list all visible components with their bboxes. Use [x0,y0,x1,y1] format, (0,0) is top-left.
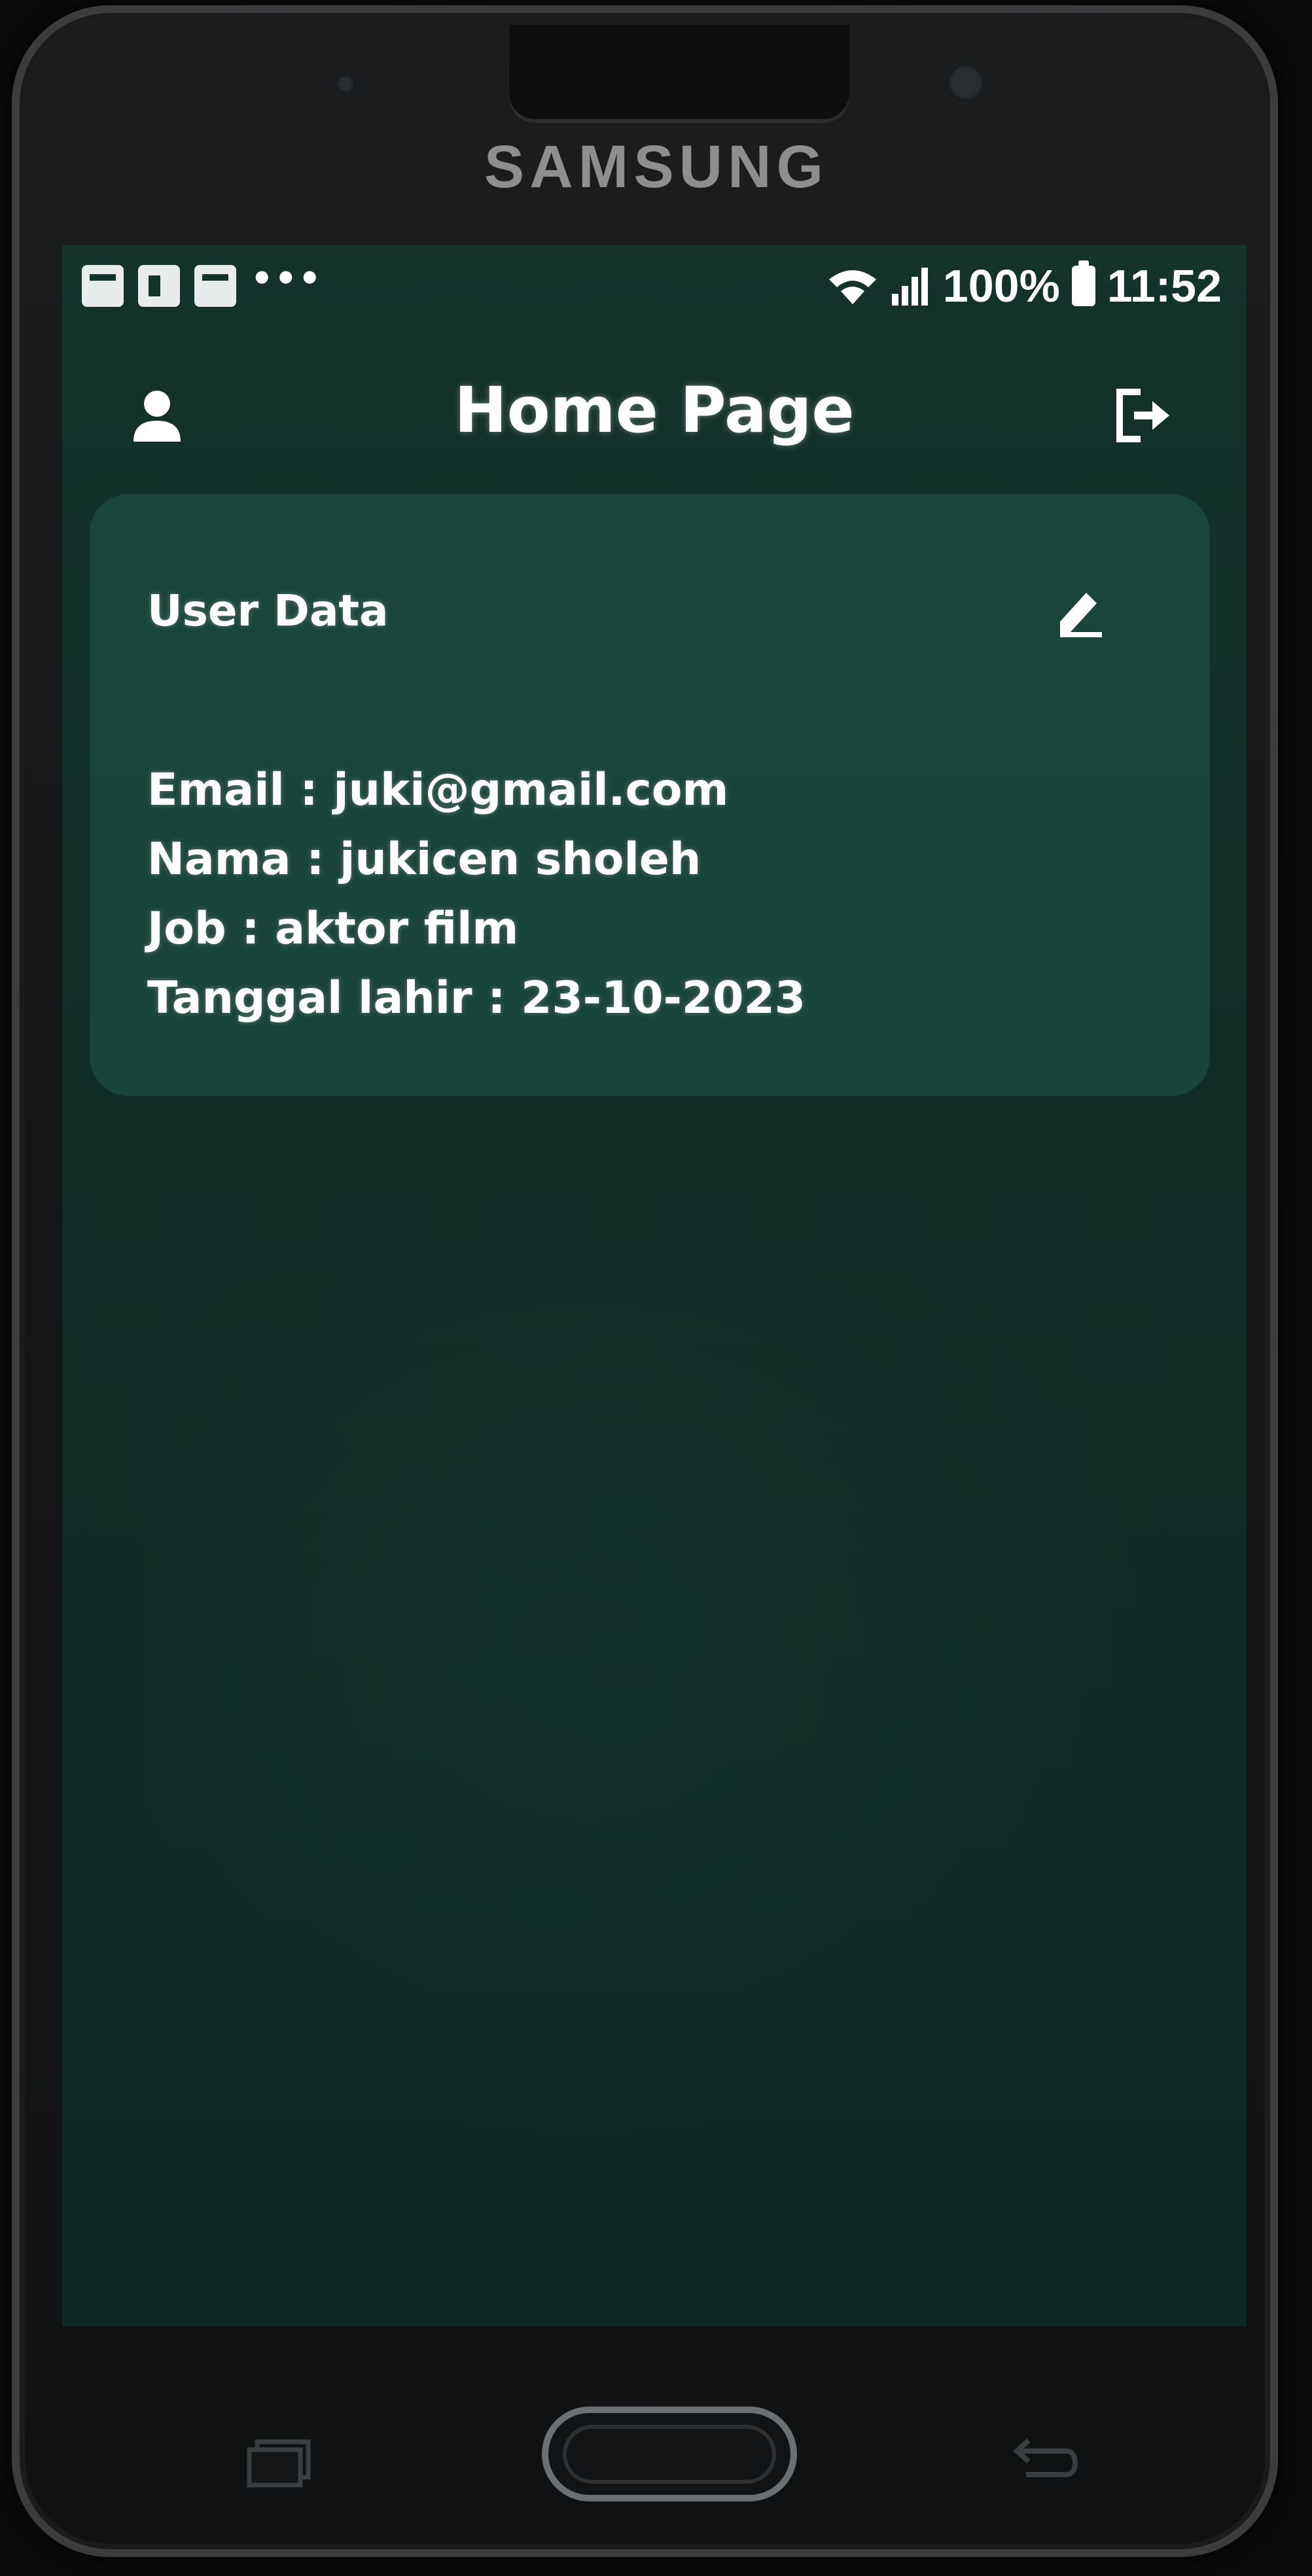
logout-icon[interactable] [1109,383,1175,448]
more-notifications-icon: ••• [251,258,323,299]
status-right: 100% 11:52 [826,260,1222,312]
edit-icon[interactable] [1047,576,1112,641]
status-bar: ••• 100% 11:52 [62,245,1247,330]
signal-icon [891,268,928,306]
status-left: ••• [82,261,323,307]
device-brand: SAMSUNG [484,133,829,200]
job-text: Job : aktor film [147,903,519,955]
home-button[interactable] [542,2407,797,2501]
home-button-inner [563,2425,776,2484]
front-camera-icon [948,64,984,101]
card-title: User Data [147,586,389,636]
battery-icon [1071,260,1095,306]
status-time: 11:52 [1107,260,1222,311]
recent-apps-icon[interactable] [238,2426,323,2492]
sensor-icon [336,74,355,94]
user-details: Email : juki@gmail.com Nama : jukicen sh… [147,756,806,1033]
notification-icon [194,265,236,307]
birthdate-text: Tanggal lahir : 23-10-2023 [147,972,806,1024]
notification-icon [82,265,124,307]
email-text: Email : juki@gmail.com [147,764,729,816]
back-icon[interactable] [1000,2426,1085,2492]
hardware-nav-bar [12,2361,1301,2557]
screen-reflection [141,1260,1247,2241]
battery-percent: 100% [942,260,1060,311]
app-screen: ••• 100% 11:52 Home Page User Data Email… [62,245,1247,2326]
wifi-icon [828,270,876,304]
flipboard-icon [138,265,180,307]
app-header: Home Page [62,344,1247,474]
earpiece [509,25,849,123]
name-text: Nama : jukicen sholeh [147,834,701,885]
page-title: Home Page [454,374,855,447]
